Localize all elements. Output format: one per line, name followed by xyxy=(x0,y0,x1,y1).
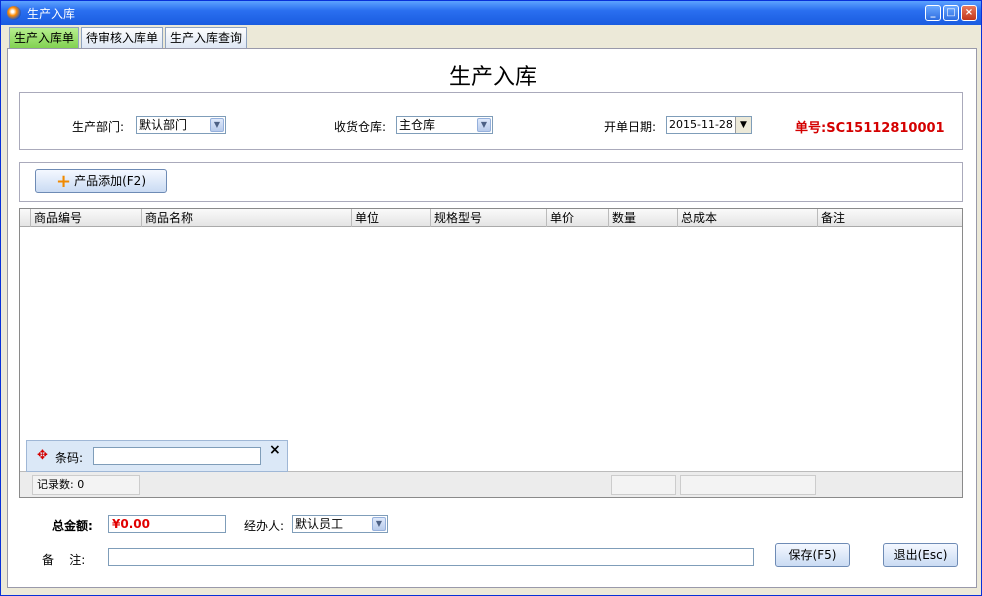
dept-label: 生产部门: xyxy=(72,120,125,134)
order-number-label: 单号: xyxy=(795,121,827,136)
barcode-input[interactable] xyxy=(93,447,261,465)
barcode-panel: ✥ 条码: × xyxy=(26,440,288,472)
toolbar: + 产品添加(F2) xyxy=(19,162,963,202)
remark-input[interactable] xyxy=(108,548,754,566)
date-label: 开单日期: xyxy=(604,120,657,134)
barcode-label: 条码: xyxy=(55,451,84,465)
column-header[interactable]: 备注 xyxy=(817,209,962,227)
record-count: 记录数: 0 xyxy=(32,475,140,495)
page-title: 生产入库 xyxy=(448,65,537,90)
close-icon[interactable]: × xyxy=(269,442,281,458)
chevron-down-icon[interactable]: ▼ xyxy=(372,517,386,531)
dept-select[interactable]: 默认部门 ▼ xyxy=(136,116,226,134)
warehouse-value: 主仓库 xyxy=(399,118,436,132)
title-bar[interactable]: 生产入库 _ □ × xyxy=(1,1,981,25)
tab-content: 生产入库 生产部门: 默认部门 ▼ 收货仓库: 主仓库 ▼ 开单日期: 2015… xyxy=(7,48,977,588)
total-amount-label: 总金额: xyxy=(52,519,93,533)
column-header[interactable]: 规格型号 xyxy=(430,209,546,227)
save-button[interactable]: 保存(F5) xyxy=(775,543,850,567)
add-product-label: 产品添加(F2) xyxy=(74,174,146,188)
table-footer: 记录数: 0 xyxy=(20,471,962,497)
chevron-down-icon[interactable]: ▼ xyxy=(735,117,751,133)
footer-quantity-total xyxy=(611,475,676,495)
minimize-icon[interactable]: _ xyxy=(925,5,941,21)
handler-value: 默认员工 xyxy=(295,517,344,531)
warehouse-select[interactable]: 主仓库 ▼ xyxy=(396,116,493,134)
chevron-down-icon[interactable]: ▼ xyxy=(477,118,491,132)
date-value: 2015-11-28 xyxy=(669,118,733,131)
warehouse-label: 收货仓库: xyxy=(334,120,387,134)
remark-label: 备 注: xyxy=(42,553,86,567)
exit-button[interactable]: 退出(Esc) xyxy=(883,543,958,567)
footer-cost-total xyxy=(680,475,816,495)
tab-bar: 生产入库单 待审核入库单 生产入库查询 xyxy=(9,27,249,49)
column-header[interactable]: 总成本 xyxy=(677,209,817,227)
add-product-button[interactable]: + 产品添加(F2) xyxy=(35,169,167,193)
table-header: 商品编号 商品名称 单位 规格型号 单价 数量 总成本 备注 xyxy=(20,209,962,227)
header-fields: 生产部门: 默认部门 ▼ 收货仓库: 主仓库 ▼ 开单日期: 2015-11-2… xyxy=(19,92,963,150)
date-picker[interactable]: 2015-11-28 ▼ xyxy=(666,116,752,134)
column-header[interactable]: 商品编号 xyxy=(30,209,141,227)
handler-select[interactable]: 默认员工 ▼ xyxy=(292,515,388,533)
move-icon[interactable]: ✥ xyxy=(37,448,48,463)
app-icon xyxy=(7,6,21,20)
total-amount-field: ¥0.00 xyxy=(108,515,226,533)
column-header[interactable]: 单价 xyxy=(546,209,608,227)
tab-production-receipt[interactable]: 生产入库单 xyxy=(9,27,80,49)
chevron-down-icon[interactable]: ▼ xyxy=(210,118,224,132)
close-icon[interactable]: × xyxy=(961,5,977,21)
order-number-value: SC15112810001 xyxy=(826,121,945,136)
handler-label: 经办人: xyxy=(244,519,285,533)
column-header[interactable]: 单位 xyxy=(351,209,430,227)
plus-icon: + xyxy=(56,170,72,192)
column-header[interactable]: 数量 xyxy=(608,209,677,227)
dept-value: 默认部门 xyxy=(139,118,188,132)
maximize-icon[interactable]: □ xyxy=(943,5,959,21)
window-title: 生产入库 xyxy=(27,6,76,21)
order-number: 单号:SC15112810001 xyxy=(795,117,945,136)
column-header[interactable]: 商品名称 xyxy=(141,209,351,227)
tab-pending-review[interactable]: 待审核入库单 xyxy=(81,27,164,49)
app-window: 生产入库 _ □ × 生产入库单 待审核入库单 生产入库查询 生产入库 生产部门… xyxy=(0,0,982,596)
tab-receipt-query[interactable]: 生产入库查询 xyxy=(165,27,248,49)
